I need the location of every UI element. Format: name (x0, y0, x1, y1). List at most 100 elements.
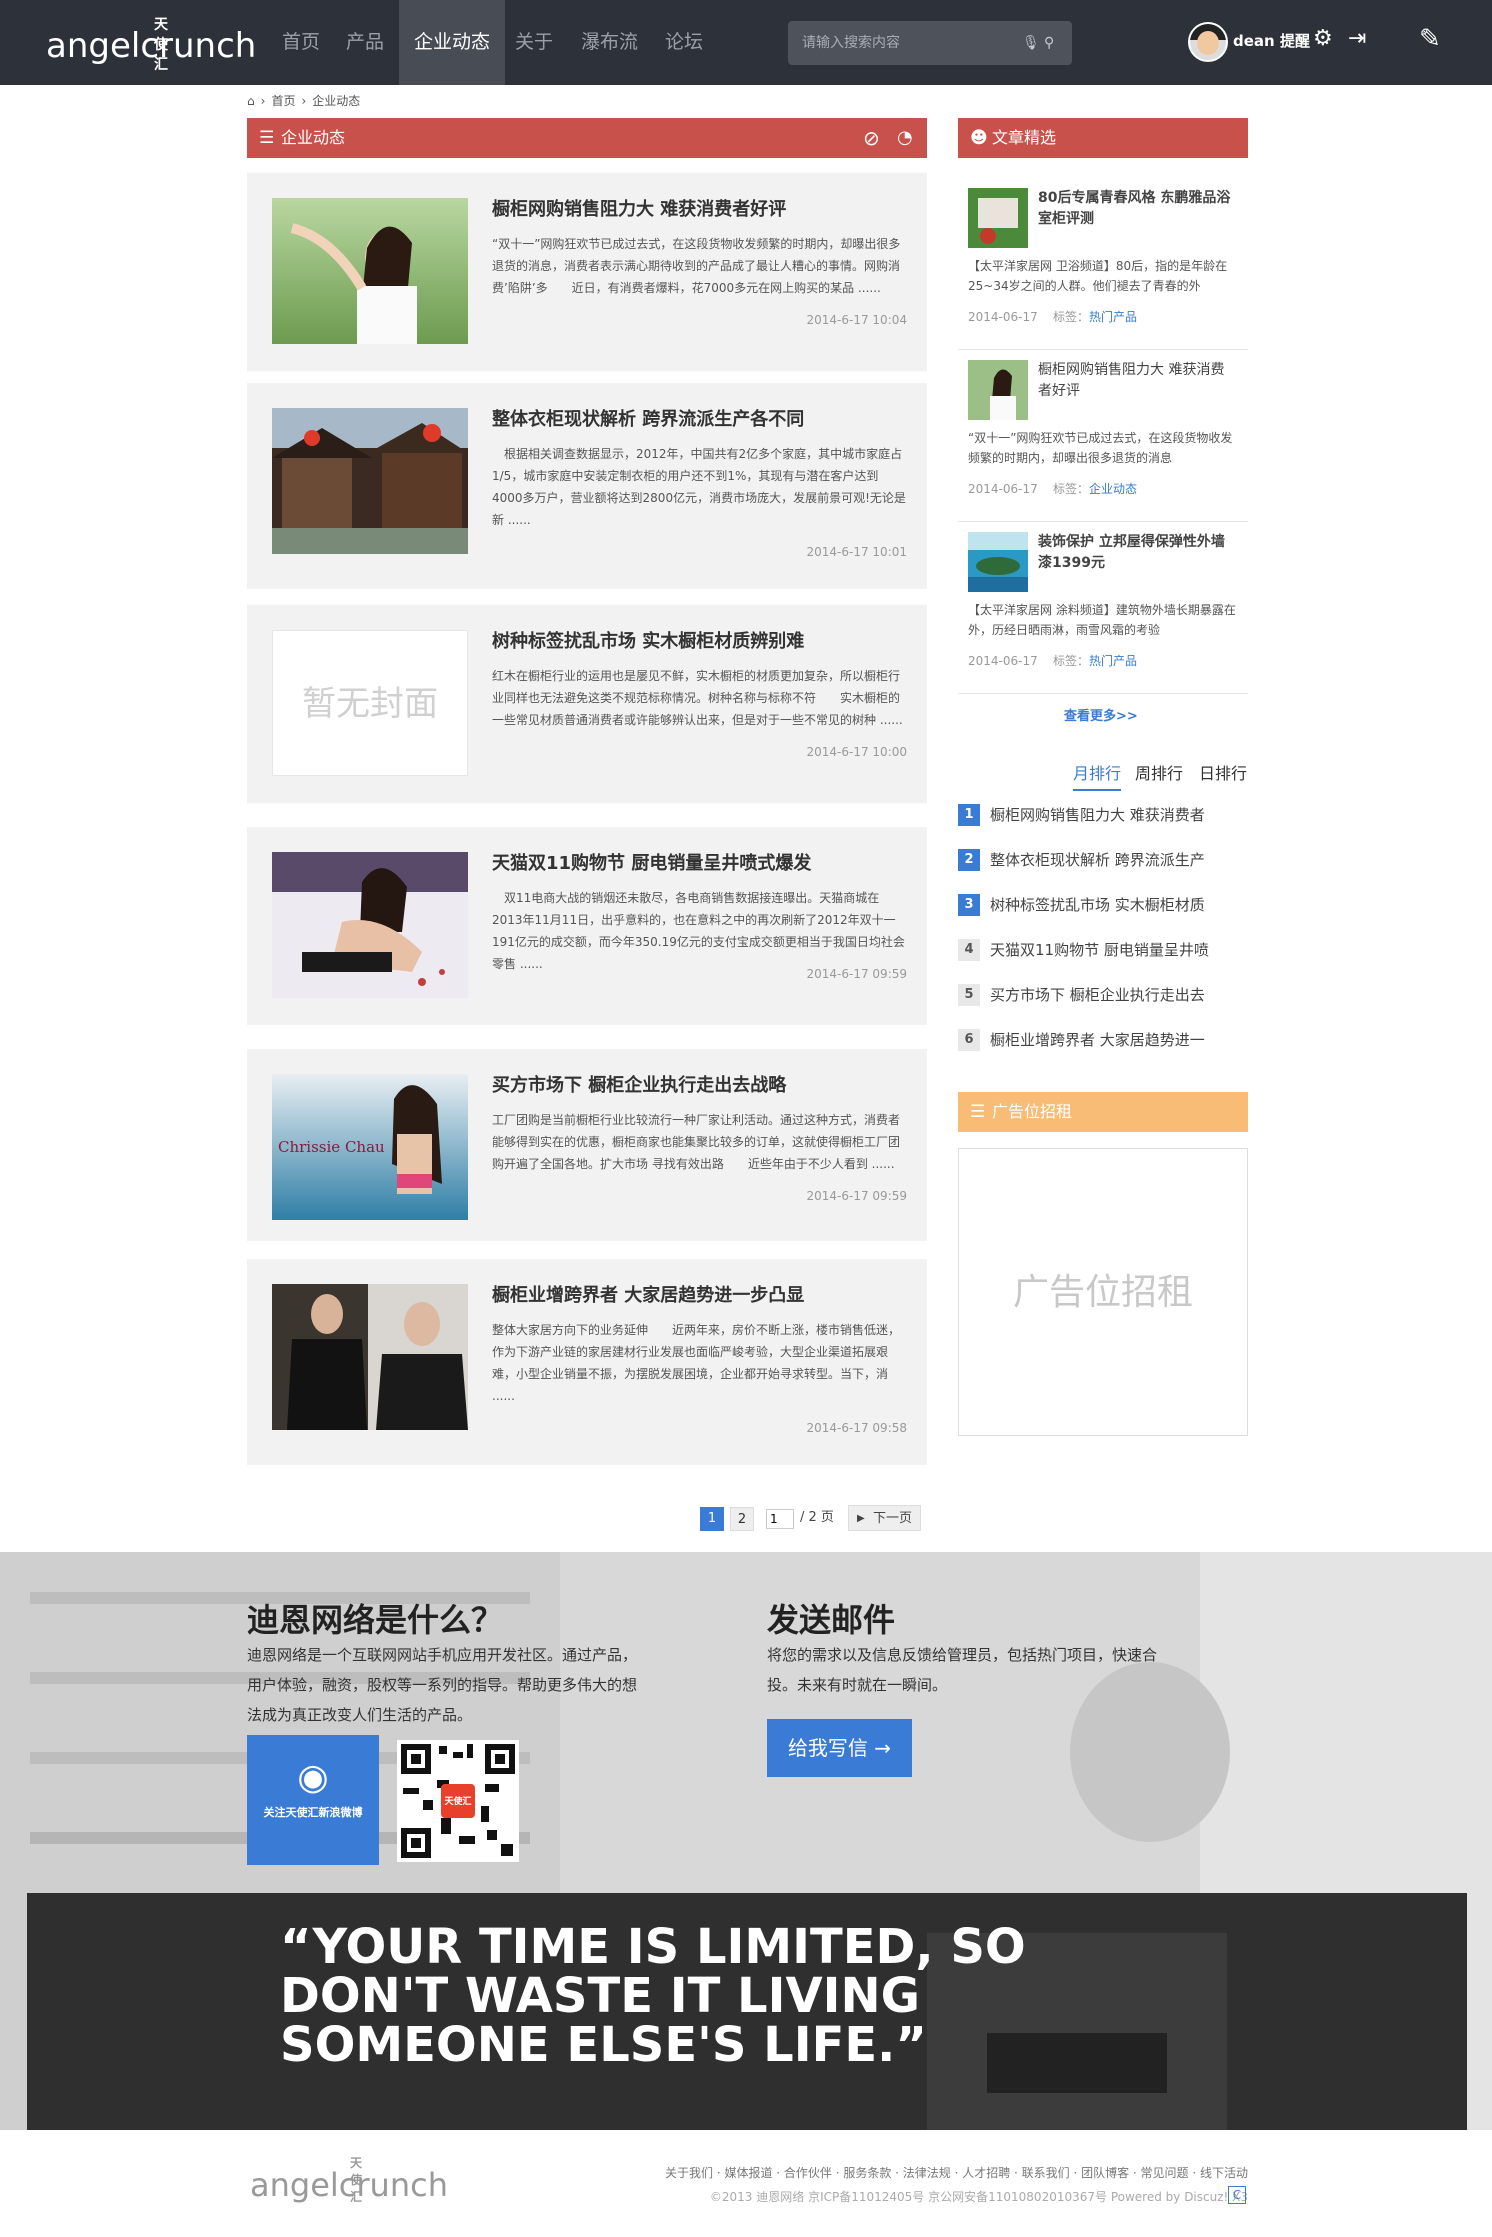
article-card[interactable]: 天猫双11购物节 厨电销量呈井喷式爆发 双11电商大战的销烟还未散尽，各电商销售… (247, 827, 927, 1025)
user-menu[interactable]: dean 提醒 (1233, 30, 1310, 51)
article-card[interactable]: 橱柜业增跨界者 大家居趋势进一步凸显 整体大家居方向下的业务延伸 近两年来，房价… (247, 1259, 927, 1465)
article-title[interactable]: 买方市场下 橱柜企业执行走出去战略 (492, 1071, 786, 1097)
rss-icon[interactable]: ◔ (897, 118, 913, 158)
rank-number: 3 (958, 894, 980, 916)
article-thumbnail[interactable]: Chrissie Chau (272, 1074, 468, 1220)
tab-monthly[interactable]: 月排行 (1073, 760, 1122, 791)
article-date: 2014-6-17 10:00 (806, 745, 908, 759)
search-placeholder: 请输入搜索内容 (802, 35, 900, 51)
breadcrumb-home[interactable]: 首页 (271, 92, 295, 109)
rank-number: 2 (958, 849, 980, 871)
tag-link[interactable]: 热门产品 (1089, 310, 1137, 324)
about-title: 迪恩网络是什么？ (247, 1601, 504, 1639)
page-jump-input[interactable] (766, 1509, 794, 1529)
weibo-follow-button[interactable]: ◉ 关注天使汇新浪微博 (247, 1735, 379, 1865)
featured-excerpt: 【太平洋家居网 涂料频道】建筑物外墙长期暴露在外，历经日晒雨淋，雨雪风霜的考验 (968, 603, 1236, 637)
mail-title: 发送邮件 (767, 1601, 896, 1639)
microphone-icon[interactable]: 🎙 (1022, 21, 1040, 65)
nav-forum[interactable]: 论坛 (650, 0, 718, 85)
article-card[interactable]: 整体衣柜现状解析 跨界流派生产各不同 根据相关调查数据显示，2012年，中国共有… (247, 383, 927, 589)
next-page-label: 下一页 (873, 1511, 913, 1526)
rank-title[interactable]: 树种标签扰乱市场 实木橱柜材质 (990, 894, 1205, 915)
nav-company-news[interactable]: 企业动态 (399, 0, 506, 85)
article-excerpt: 双11电商大战的销烟还未散尽，各电商销售数据接连曝出。天猫商城在2013年11月… (492, 891, 905, 971)
weibo-icon: ◉ (297, 1757, 329, 1798)
article-excerpt: 工厂团购是当前橱柜行业比较流行一种厂家让利活动。通过这种方式，消费者能够得到实在… (492, 1113, 901, 1171)
search-icon[interactable]: ⚲ (1044, 21, 1054, 65)
featured-title-link[interactable]: 80后专属青春风格 东鹏雅品浴室柜评测 (1038, 188, 1238, 230)
rank-title[interactable]: 整体衣柜现状解析 跨界流派生产 (990, 849, 1205, 870)
bottom-bar: 天使汇 angelcrunch 关于我们 · 媒体报道 · 合作伙伴 · 服务条… (0, 2130, 1492, 2237)
gear-icon[interactable]: ⚙ (1313, 26, 1333, 51)
rank-number: 1 (958, 804, 980, 826)
section-bar: ☰ 企业动态 ⊘ ◔ (247, 118, 927, 158)
view-more-link[interactable]: 查看更多>> (1064, 705, 1138, 724)
write-mail-button[interactable]: 给我写信 → (767, 1719, 912, 1777)
rank-title[interactable]: 天猫双11购物节 厨电销量呈井喷 (990, 939, 1209, 960)
nav-about[interactable]: 关于 (500, 0, 568, 85)
article-card[interactable]: Chrissie Chau 买方市场下 橱柜企业执行走出去战略 工厂团购是当前橱… (247, 1049, 927, 1241)
no-cover-placeholder[interactable]: 暂无封面 (272, 630, 468, 776)
featured-title-link[interactable]: 橱柜网购销售阻力大 难获消费者好评 (1038, 360, 1238, 402)
page-2-button[interactable]: 2 (730, 1507, 754, 1531)
section-title: 企业动态 (281, 128, 346, 147)
logout-icon[interactable]: ⇥ (1348, 26, 1366, 51)
rank-title[interactable]: 买方市场下 橱柜企业执行走出去 (990, 984, 1205, 1005)
article-excerpt: 整体大家居方向下的业务延伸 近两年来，房价不断上涨，楼市销售低迷，作为下游产业链… (492, 1323, 901, 1403)
ranking-item[interactable]: 5 买方市场下 橱柜企业执行走出去 (958, 980, 1248, 1010)
article-thumbnail[interactable] (272, 408, 468, 554)
ranking-item[interactable]: 6 橱柜业增跨界者 大家居趋势进一 (958, 1025, 1248, 1055)
ranking-item[interactable]: 4 天猫双11购物节 厨电销量呈井喷 (958, 935, 1248, 965)
compose-icon[interactable]: ✎ (1419, 24, 1441, 54)
article-thumbnail[interactable] (272, 852, 468, 998)
ranking-item[interactable]: 1 橱柜网购销售阻力大 难获消费者 (958, 800, 1248, 830)
featured-item[interactable]: 橱柜网购销售阻力大 难获消费者好评 “双十一”网购狂欢节已成过去式，在这段货物收… (958, 350, 1248, 522)
mail-text: 将您的需求以及信息反馈给管理员，包括热门项目，快速合 投。未来有时就在一瞬间。 (767, 1640, 1157, 1700)
rank-title[interactable]: 橱柜网购销售阻力大 难获消费者 (990, 804, 1205, 825)
article-card[interactable]: 橱柜网购销售阻力大 难获消费者好评 “双十一”网购狂欢节已成过去式，在这段货物收… (247, 173, 927, 371)
quote-banner: “YOUR TIME IS LIMITED, SO DON'T WASTE IT… (27, 1893, 1467, 2130)
page-1-button[interactable]: 1 (700, 1507, 724, 1531)
tag-link[interactable]: 企业动态 (1089, 482, 1137, 496)
featured-thumbnail[interactable] (968, 532, 1028, 592)
featured-title-link[interactable]: 装饰保护 立邦屋得保弹性外墙漆1399元 (1038, 532, 1238, 574)
avatar[interactable] (1188, 22, 1228, 62)
article-title[interactable]: 天猫双11购物节 厨电销量呈井喷式爆发 (492, 849, 811, 875)
mail-line: 将您的需求以及信息反馈给管理员，包括热门项目，快速合 (767, 1646, 1158, 1664)
rank-title[interactable]: 橱柜业增跨界者 大家居趋势进一 (990, 1029, 1205, 1050)
home-icon[interactable]: ⌂ (247, 94, 255, 108)
next-page-button[interactable]: ▶ 下一页 (848, 1505, 922, 1531)
nav-home[interactable]: 首页 (267, 0, 335, 85)
ranking-item[interactable]: 2 整体衣柜现状解析 跨界流派生产 (958, 845, 1248, 875)
featured-item[interactable]: 装饰保护 立邦屋得保弹性外墙漆1399元 【太平洋家居网 涂料频道】建筑物外墙长… (958, 522, 1248, 694)
article-thumbnail[interactable] (272, 1284, 468, 1430)
nav-waterfall[interactable]: 瀑布流 (566, 0, 653, 85)
ranking-item[interactable]: 3 树种标签扰乱市场 实木橱柜材质 (958, 890, 1248, 920)
article-title[interactable]: 橱柜业增跨界者 大家居趋势进一步凸显 (492, 1281, 804, 1307)
chevron-right-icon: › (301, 93, 307, 108)
article-excerpt: 红木在橱柜行业的运用也是屡见不鲜，实木橱柜的材质更加复杂，所以橱柜行业同样也无法… (492, 669, 903, 727)
article-title[interactable]: 树种标签扰乱市场 实木橱柜材质辨别难 (492, 627, 804, 653)
rank-number: 6 (958, 1029, 980, 1051)
tag-label: 标签： (1053, 654, 1090, 668)
compass-icon[interactable]: ⊘ (863, 118, 880, 158)
tag-link[interactable]: 热门产品 (1089, 654, 1137, 668)
tab-weekly[interactable]: 周排行 (1135, 760, 1183, 784)
ad-bar: ☰ 广告位招租 (958, 1092, 1248, 1132)
article-title[interactable]: 橱柜网购销售阻力大 难获消费者好评 (492, 195, 786, 221)
footer-links[interactable]: 关于我们 · 媒体报道 · 合作伙伴 · 服务条款 · 法律法规 · 人才招聘 … (665, 2164, 1248, 2181)
article-card[interactable]: 暂无封面 树种标签扰乱市场 实木橱柜材质辨别难 红木在橱柜行业的运用也是屡见不鲜… (247, 605, 927, 803)
featured-item[interactable]: 80后专属青春风格 东鹏雅品浴室柜评测 【太平洋家居网 卫浴频道】80后，指的是… (958, 178, 1248, 350)
tag-label: 标签： (1053, 482, 1090, 496)
tab-daily[interactable]: 日排行 (1199, 760, 1247, 784)
security-badge-icon[interactable]: C (1228, 2186, 1246, 2204)
user-name: dean (1233, 32, 1275, 50)
featured-thumbnail[interactable] (968, 360, 1028, 420)
nav-products[interactable]: 产品 (331, 0, 399, 85)
article-title[interactable]: 整体衣柜现状解析 跨界流派生产各不同 (492, 405, 804, 431)
search-input[interactable]: 请输入搜索内容 🎙 ⚲ (788, 21, 1072, 65)
article-thumbnail[interactable] (272, 198, 468, 344)
notice-link[interactable]: 提醒 (1280, 32, 1310, 50)
ad-placeholder[interactable]: 广告位招租 (958, 1148, 1248, 1436)
featured-thumbnail[interactable] (968, 188, 1028, 248)
